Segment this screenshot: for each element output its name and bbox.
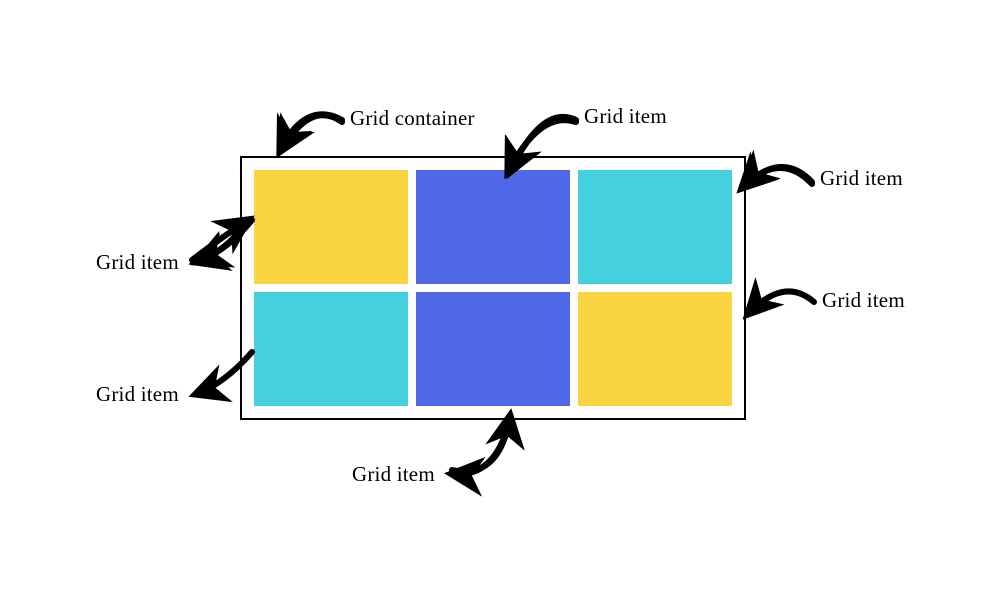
arrow-to-item-5 [452, 416, 510, 474]
grid-container [240, 156, 746, 420]
arrow-container [282, 115, 342, 150]
arrow-to-item-6 [748, 291, 814, 314]
label-grid-item-right-mid: Grid item [822, 288, 905, 313]
label-grid-item-top-right: Grid item [820, 166, 903, 191]
label-grid-item-left-2: Grid item [96, 382, 179, 407]
arrow-item-top-right [742, 168, 812, 188]
diagram-stage: Grid container Grid item Grid item Grid … [0, 0, 1000, 600]
grid-item-2 [416, 170, 570, 284]
arrow-to-item-5-rev [452, 416, 510, 471]
grid-item-4 [254, 292, 408, 406]
grid-item-1 [254, 170, 408, 284]
arrow-to-item-3 [744, 167, 812, 186]
label-grid-item-bottom: Grid item [352, 462, 435, 487]
label-grid-item-top: Grid item [584, 104, 667, 129]
label-grid-item-left-1: Grid item [96, 250, 179, 275]
grid-item-3 [578, 170, 732, 284]
grid-item-6 [578, 292, 732, 406]
arrow-to-container [280, 114, 342, 150]
label-grid-container: Grid container [350, 106, 475, 131]
grid-item-5 [416, 292, 570, 406]
